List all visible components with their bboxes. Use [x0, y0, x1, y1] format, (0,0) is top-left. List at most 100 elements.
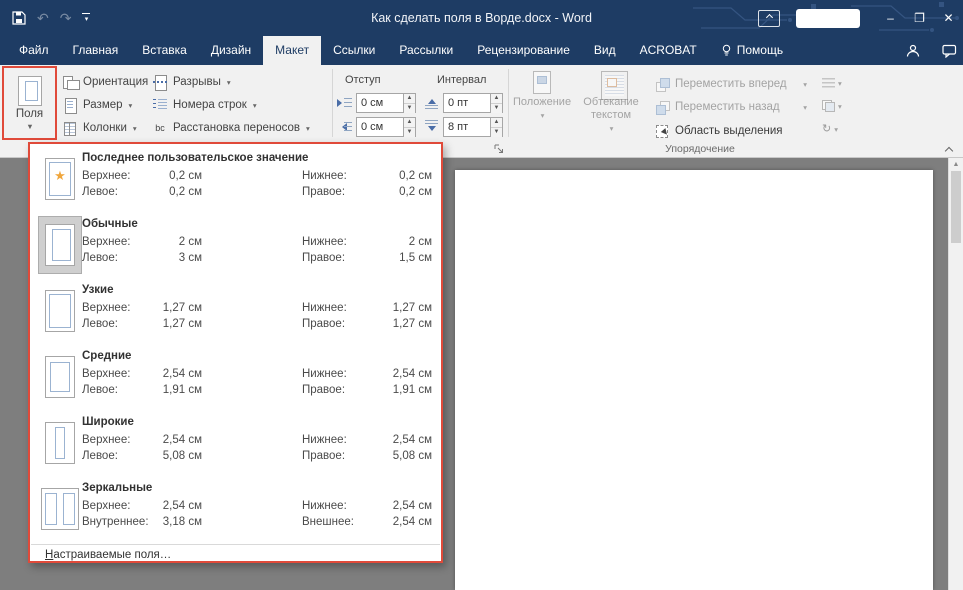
spin-up-icon[interactable]: ▲ — [491, 118, 502, 128]
line-numbers-button[interactable]: Номера строк ▾ — [152, 95, 257, 115]
hyphenation-label: Расстановка переносов — [173, 122, 300, 134]
margin-label: Верхнее: — [82, 234, 152, 250]
spin-up-icon[interactable]: ▲ — [404, 118, 415, 128]
hyphenation-button[interactable]: bc Расстановка переносов ▾ — [152, 118, 310, 138]
margin-value: 0,2 см — [372, 184, 432, 200]
chevron-down-icon: ▾ — [610, 122, 614, 135]
wrap-text-button[interactable]: Обтекание текстом ▾ — [574, 70, 648, 135]
margins-option-name: Последнее пользовательское значение — [82, 152, 432, 164]
chevron-down-icon: ▾ — [834, 125, 838, 134]
indent-right-input[interactable] — [357, 118, 403, 136]
spacing-before-input[interactable] — [444, 94, 490, 112]
indent-right-icon — [337, 119, 353, 135]
bring-forward-icon — [655, 77, 670, 91]
share-person-icon[interactable] — [906, 44, 920, 58]
ribbon-display-options-icon[interactable] — [758, 10, 780, 27]
bring-forward-label: Переместить вперед — [675, 78, 787, 90]
indent-left-input[interactable] — [357, 94, 403, 112]
comments-icon[interactable] — [942, 44, 957, 58]
collapse-ribbon-icon[interactable] — [945, 146, 953, 154]
tab-view[interactable]: Вид — [582, 36, 628, 65]
spin-up-icon[interactable]: ▲ — [491, 94, 502, 104]
size-label: Размер — [83, 99, 123, 111]
margin-label: Нижнее: — [302, 366, 372, 382]
margin-value: 1,91 см — [152, 382, 202, 398]
tab-layout[interactable]: Макет — [263, 36, 321, 65]
group-separator — [332, 69, 333, 137]
margins-icon — [18, 76, 42, 106]
tab-mailings[interactable]: Рассылки — [387, 36, 465, 65]
group-objects-button[interactable]: ▾ — [822, 97, 842, 115]
chevron-down-icon: ▾ — [838, 102, 842, 111]
spin-down-icon[interactable]: ▼ — [491, 104, 502, 113]
custom-margins-menu-item[interactable]: Настраиваемые поля… — [31, 544, 440, 561]
margins-option-last-custom[interactable]: ★ Последнее пользовательское значение Ве… — [30, 148, 441, 214]
maximize-button[interactable]: ❐ — [905, 0, 934, 36]
indent-right-spinner: ▲▼ — [356, 117, 416, 137]
send-backward-button[interactable]: Переместить назад ▾ — [655, 97, 807, 117]
orientation-label: Ориентация — [83, 76, 148, 88]
margin-value: 2,54 см — [372, 514, 432, 530]
position-label: Положение — [513, 96, 571, 109]
selection-pane-button[interactable]: Область выделения — [655, 121, 815, 141]
spacing-before-spinner: ▲▼ — [443, 93, 503, 113]
word-window: ↶ ↷ ▾ Как сделать поля в Ворде.docx - Wo… — [0, 0, 963, 590]
margins-option-moderate[interactable]: Средние Верхнее: 2,54 см Нижнее: 2,54 см… — [30, 346, 441, 412]
size-button[interactable]: Размер ▾ — [62, 95, 132, 115]
position-button[interactable]: Положение ▾ — [514, 70, 570, 122]
document-page[interactable] — [455, 170, 933, 590]
tab-file[interactable]: Файл — [7, 36, 61, 65]
margin-label: Верхнее: — [82, 366, 152, 382]
selection-pane-label: Область выделения — [675, 125, 783, 137]
orientation-button[interactable]: Ориентация ▾ — [62, 72, 158, 92]
margins-button[interactable]: Поля ▼ — [4, 68, 55, 138]
margins-option-name: Средние — [82, 350, 432, 362]
tab-references[interactable]: Ссылки — [321, 36, 387, 65]
paragraph-dialog-launcher-icon[interactable] — [494, 144, 505, 155]
margin-label: Левое: — [82, 382, 152, 398]
margins-option-narrow[interactable]: Узкие Верхнее: 1,27 см Нижнее: 1,27 см Л… — [30, 280, 441, 346]
close-button[interactable]: ✕ — [934, 0, 963, 36]
spacing-after-spinner: ▲▼ — [443, 117, 503, 137]
columns-button[interactable]: Колонки ▾ — [62, 118, 137, 138]
indent-left-icon — [337, 95, 353, 111]
margin-value: 2,54 см — [152, 366, 202, 382]
margin-label: Левое: — [82, 448, 152, 464]
align-objects-button[interactable]: ▾ — [822, 74, 842, 92]
wrap-text-icon — [598, 70, 624, 94]
bring-forward-button[interactable]: Переместить вперед ▾ — [655, 74, 807, 94]
scrollbar-thumb[interactable] — [951, 171, 961, 243]
hyphenation-icon: bc — [152, 120, 168, 136]
margin-label: Нижнее: — [302, 498, 372, 514]
spin-down-icon[interactable]: ▼ — [404, 104, 415, 113]
margin-value: 2 см — [372, 234, 432, 250]
account-redacted — [796, 9, 860, 28]
tab-home[interactable]: Главная — [61, 36, 131, 65]
narrow-margins-icon — [45, 290, 75, 332]
margins-option-normal[interactable]: Обычные Верхнее: 2 см Нижнее: 2 см Левое… — [30, 214, 441, 280]
spin-down-icon[interactable]: ▼ — [404, 128, 415, 137]
breaks-button[interactable]: Разрывы ▾ — [152, 72, 231, 92]
tab-design[interactable]: Дизайн — [199, 36, 263, 65]
margins-annotation-box: Поля ▼ — [2, 66, 57, 140]
scroll-up-icon[interactable]: ▲ — [949, 158, 963, 168]
vertical-scrollbar[interactable]: ▲ — [948, 158, 963, 590]
mirrored-margins-icon — [41, 488, 79, 530]
margins-option-mirrored[interactable]: Зеркальные Верхнее: 2,54 см Нижнее: 2,54… — [30, 478, 441, 544]
margin-value: 0,2 см — [152, 168, 202, 184]
margins-option-wide[interactable]: Широкие Верхнее: 2,54 см Нижнее: 2,54 см… — [30, 412, 441, 478]
tab-review[interactable]: Рецензирование — [465, 36, 582, 65]
spin-down-icon[interactable]: ▼ — [491, 128, 502, 137]
margin-value: 3 см — [152, 250, 202, 266]
tab-acrobat[interactable]: ACROBAT — [628, 36, 709, 65]
rotate-objects-button[interactable]: ↻ ▾ — [822, 120, 838, 138]
margin-value: 0,2 см — [372, 168, 432, 184]
spin-up-icon[interactable]: ▲ — [404, 94, 415, 104]
tab-insert[interactable]: Вставка — [130, 36, 199, 65]
spacing-after-input[interactable] — [444, 118, 490, 136]
margins-option-name: Зеркальные — [82, 482, 432, 494]
send-backward-icon — [655, 100, 670, 114]
rotate-icon: ↻ — [822, 123, 831, 135]
tab-help[interactable]: Помощь — [709, 36, 795, 65]
minimize-button[interactable]: – — [876, 0, 905, 36]
